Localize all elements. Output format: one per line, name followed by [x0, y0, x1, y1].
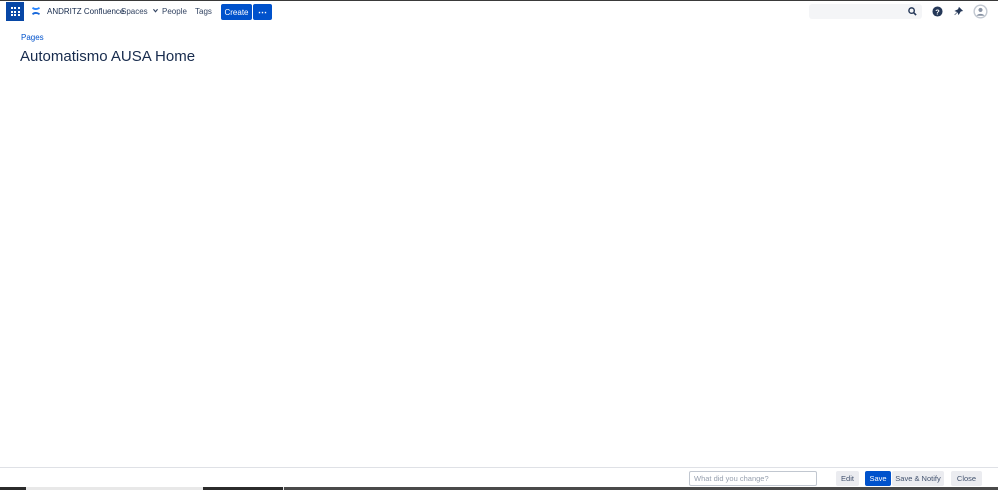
save-and-notify-button[interactable]: Save & Notify: [892, 471, 944, 486]
editor-footer: Edit Save Save & Notify Close: [0, 467, 998, 487]
user-avatar-icon[interactable]: [973, 4, 988, 19]
save-button[interactable]: Save: [865, 471, 891, 486]
more-options-button[interactable]: ⋯: [253, 4, 272, 20]
change-comment-input[interactable]: [689, 471, 817, 486]
nav-spaces-label: Spaces: [121, 7, 148, 16]
grid-dots: [10, 7, 20, 16]
edit-button[interactable]: Edit: [836, 471, 859, 486]
chevron-down-icon: [152, 8, 158, 13]
help-icon[interactable]: ?: [932, 6, 943, 17]
search-input[interactable]: [809, 4, 904, 19]
notifications-icon[interactable]: [953, 6, 964, 17]
create-button[interactable]: Create: [221, 4, 252, 20]
brand-link[interactable]: ANDRITZ Confluence: [47, 7, 124, 16]
nav-people-link[interactable]: People: [162, 7, 187, 16]
app-switcher-grid-icon[interactable]: [6, 2, 24, 21]
nav-tags-link[interactable]: Tags: [195, 7, 212, 16]
search-icon[interactable]: [908, 7, 917, 16]
breadcrumb-pages-link[interactable]: Pages: [21, 33, 44, 42]
confluence-logo-icon[interactable]: [31, 6, 41, 16]
page-title: Automatismo AUSA Home: [20, 48, 196, 65]
svg-text:?: ?: [935, 7, 940, 16]
search-box: [809, 4, 922, 19]
close-button[interactable]: Close: [951, 471, 982, 486]
top-navigation-bar: ANDRITZ Confluence Spaces People Tags Cr…: [0, 0, 998, 22]
nav-spaces-menu[interactable]: Spaces: [121, 7, 158, 16]
